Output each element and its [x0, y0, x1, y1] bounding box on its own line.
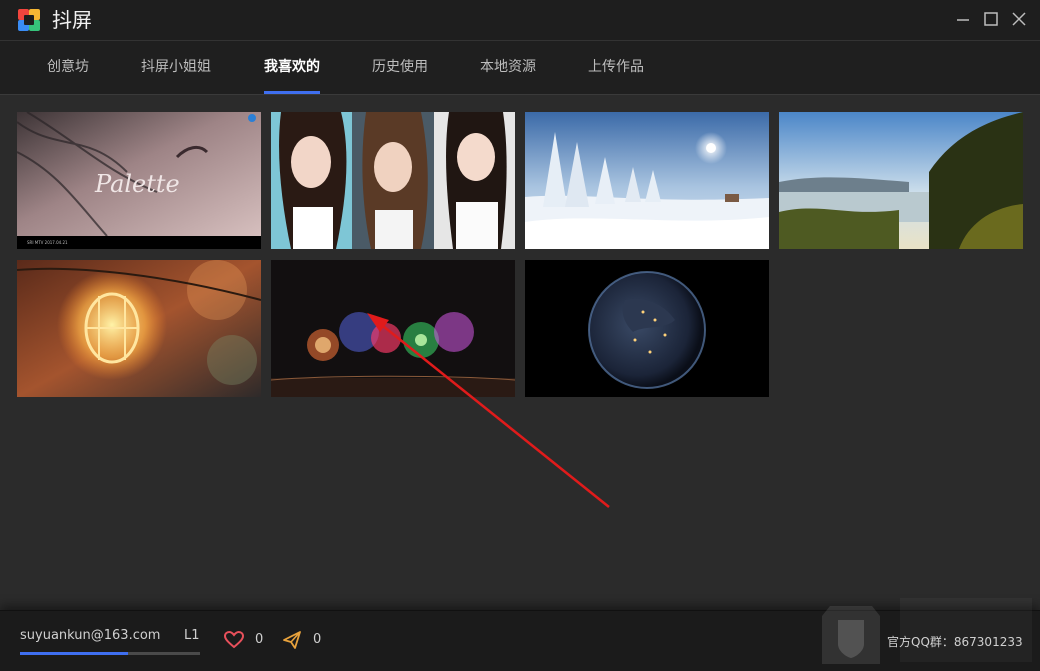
wallpaper-thumbnail-lake-sunset[interactable] [779, 112, 1023, 249]
close-icon[interactable] [1010, 10, 1028, 28]
palette-caption-text: SRI MTV 2017.04.21 [27, 240, 68, 245]
level-progress-bar [20, 652, 200, 655]
shares-count: 0 [313, 632, 322, 647]
heart-icon[interactable] [224, 631, 244, 649]
level-progress-fill [20, 652, 128, 655]
title-bar: 抖屏 [0, 0, 1040, 41]
tab-upload-works[interactable]: 上传作品 [588, 41, 644, 94]
tab-bar: 创意坊 抖屏小姐姐 我喜欢的 历史使用 本地资源 上传作品 [0, 41, 1040, 95]
user-email[interactable]: suyuankun@163.com [20, 628, 160, 643]
tab-favorites[interactable]: 我喜欢的 [264, 41, 320, 94]
tab-history[interactable]: 历史使用 [372, 41, 428, 94]
app-title: 抖屏 [52, 8, 92, 32]
wallpaper-thumbnail-three-girls[interactable] [271, 112, 515, 249]
wallpaper-thumbnail-earth-night[interactable] [525, 260, 769, 397]
paper-plane-icon[interactable] [282, 630, 302, 650]
qq-group-text: 官方QQ群：867301233 [887, 635, 1023, 649]
tab-local-resources[interactable]: 本地资源 [480, 41, 536, 94]
wallpaper-thumbnail-fireworks[interactable] [271, 260, 515, 397]
tab-chuangyifang[interactable]: 创意坊 [47, 41, 89, 94]
status-footer: suyuankun@163.com L1 [0, 610, 1040, 671]
maximize-icon[interactable] [982, 10, 1000, 28]
wallpaper-thumbnail-light-bulb[interactable] [17, 260, 261, 397]
app-logo-icon [18, 9, 40, 31]
minimize-icon[interactable] [954, 10, 972, 28]
wallpaper-thumbnail-palette[interactable]: Palette SRI MTV 2017.04.21 [17, 112, 261, 249]
palette-title-text: Palette [94, 170, 180, 198]
user-level: L1 [184, 628, 200, 643]
likes-count: 0 [255, 632, 264, 647]
tab-doupingxiaojiejie[interactable]: 抖屏小姐姐 [141, 41, 211, 94]
wallpaper-thumbnail-snow-scene[interactable] [525, 112, 769, 249]
